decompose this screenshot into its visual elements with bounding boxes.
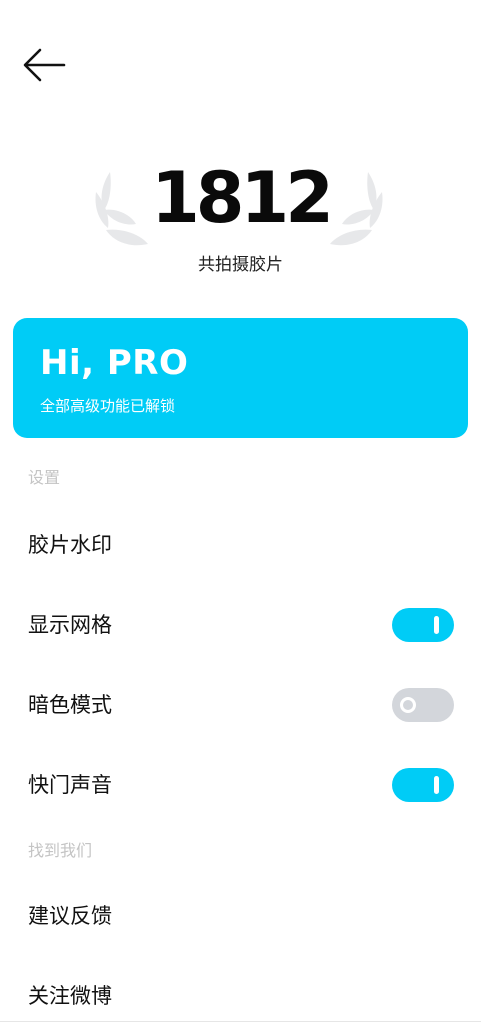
pro-subtitle: 全部高级功能已解锁 xyxy=(40,397,176,415)
show-grid-toggle[interactable] xyxy=(392,608,454,642)
setting-show-grid-label: 显示网格 xyxy=(28,613,112,637)
arrow-left-icon xyxy=(23,48,66,82)
follow-weibo-item[interactable]: 关注微博 xyxy=(0,966,481,1026)
setting-shutter-sound[interactable]: 快门声音 xyxy=(0,755,481,815)
toggle-off-indicator xyxy=(400,697,416,713)
setting-dark-mode[interactable]: 暗色模式 xyxy=(0,675,481,735)
follow-weibo-label: 关注微博 xyxy=(28,984,112,1008)
photo-stats: 1812 共拍摄胶片 xyxy=(0,150,481,280)
settings-section-header: 设置 xyxy=(28,468,61,487)
shutter-sound-toggle[interactable] xyxy=(392,768,454,802)
pro-banner[interactable]: Hi, PRO 全部高级功能已解锁 xyxy=(13,318,468,438)
photo-count-label: 共拍摄胶片 xyxy=(198,255,283,275)
feedback-label: 建议反馈 xyxy=(28,904,112,928)
toggle-on-indicator xyxy=(434,776,439,794)
setting-show-grid[interactable]: 显示网格 xyxy=(0,595,481,655)
setting-dark-mode-label: 暗色模式 xyxy=(28,693,112,717)
photo-count: 1812 xyxy=(151,157,334,239)
back-button[interactable] xyxy=(22,40,72,90)
find-us-section-header: 找到我们 xyxy=(28,841,93,860)
feedback-item[interactable]: 建议反馈 xyxy=(0,886,481,946)
bottom-divider xyxy=(0,1021,481,1022)
setting-shutter-sound-label: 快门声音 xyxy=(28,773,112,797)
setting-film-watermark-label: 胶片水印 xyxy=(28,533,112,557)
toggle-on-indicator xyxy=(434,616,439,634)
dark-mode-toggle[interactable] xyxy=(392,688,454,722)
pro-title: Hi, PRO xyxy=(40,343,189,383)
setting-film-watermark[interactable]: 胶片水印 xyxy=(0,515,481,575)
